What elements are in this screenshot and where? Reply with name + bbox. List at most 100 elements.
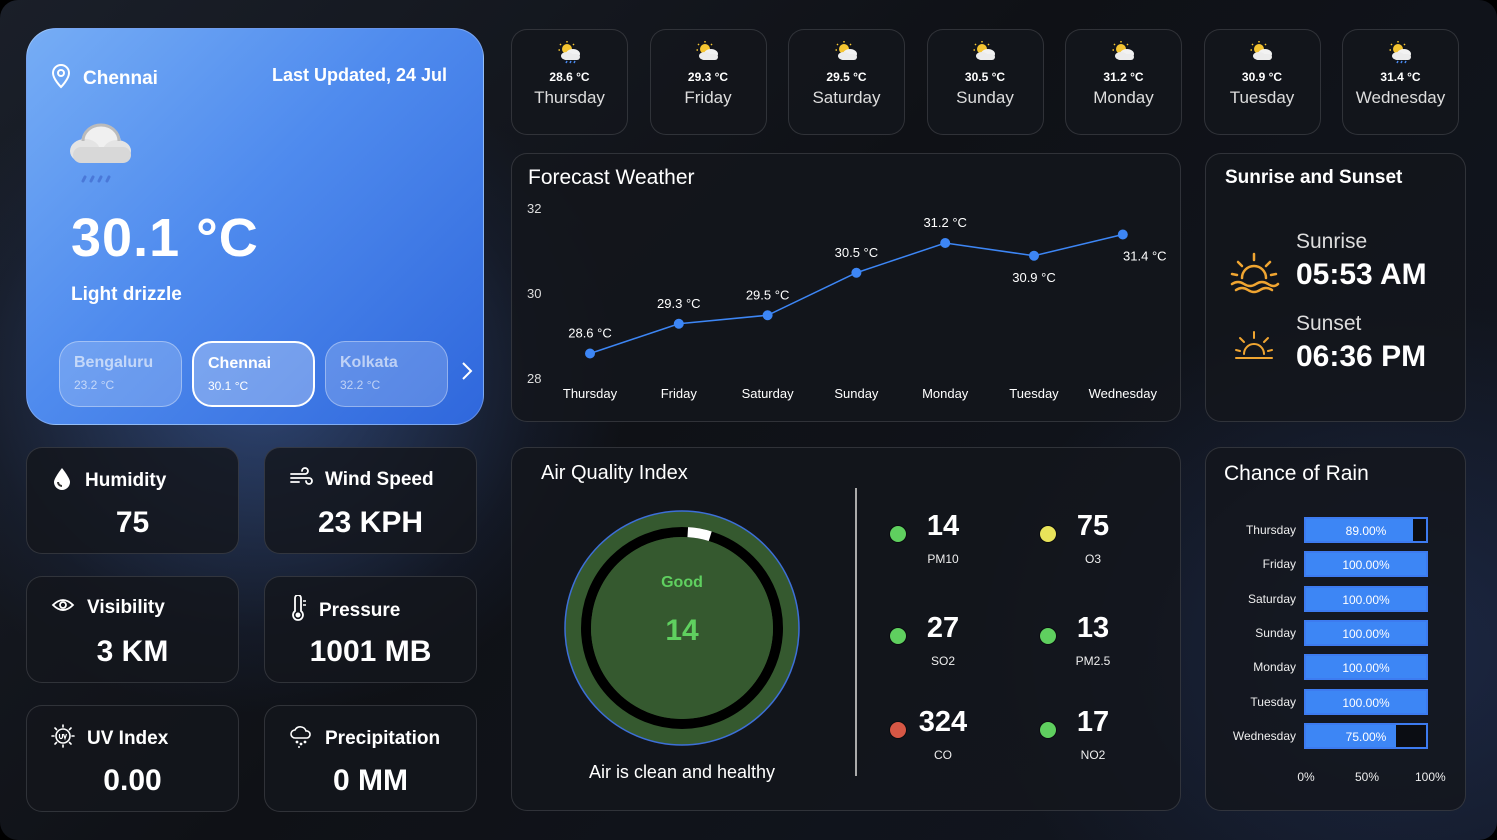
forecast-x-tick: Friday [661,386,698,401]
forecast-tile-friday[interactable]: 29.3 °C Friday [649,29,767,135]
rain-x-tick: 0% [1297,770,1315,784]
rain-bar[interactable]: 100.00% [1304,688,1428,715]
precipitation-label: Precipitation [325,727,441,749]
forecast-tile-sunday[interactable]: 30.5 °C Sunday [926,29,1044,135]
aqi-item-value: 13 [1076,612,1110,644]
forecast-point[interactable] [585,348,595,359]
sun-card-title: Sunrise and Sunset [1225,167,1403,188]
rain-day-label: Wednesday [1232,728,1296,743]
aqi-item-name: CO [934,748,952,762]
aqi-title: Air Quality Index [541,462,688,484]
forecast-line-chart: 32 30 28 28.6 °C Thursday 29.3 °C Friday 29.5 °… [527,201,1167,401]
uv-card: UV Index 0.00 [26,705,239,812]
rain-day-label: Tuesday [1250,694,1296,709]
forecast-x-tick: Saturday [742,386,795,401]
chip-city-name: Bengaluru [74,354,154,371]
forecast-tile-saturday[interactable]: 29.5 °C Saturday [788,29,905,135]
aqi-value: 14 [665,614,699,647]
forecast-data-label: 29.3 °C [657,296,701,311]
aqi-status-dot [1040,628,1056,644]
aqi-card: Air Quality Index Good 14 Air is clean a… [511,447,1181,811]
partly-cloudy-icon [651,40,766,64]
pressure-value: 1001 MB [309,635,432,668]
rain-bar[interactable]: 100.00% [1304,585,1428,612]
forecast-x-tick: Tuesday [1009,386,1059,401]
city-chip-kolkata[interactable]: Kolkata 32.2 °C [325,341,448,407]
aqi-item-name: O3 [1084,552,1101,566]
forecast-tile-day: Thursday [534,88,605,107]
aqi-item-value: 27 [926,612,960,644]
sun-card: Sunrise and Sunset Sunrise 05:53 AM Suns… [1205,153,1466,422]
forecast-data-label: 31.4 °C [1123,249,1167,264]
thermometer-icon [289,594,307,626]
forecast-tile-day: Wednesday [1355,88,1446,107]
rain-row-tuesday: Tuesday 100.00% [1206,688,1466,715]
forecast-tile-day: Tuesday [1229,88,1295,107]
precipitation-value: 0 MM [333,764,408,797]
forecast-tile-day: Sunday [956,88,1014,107]
forecast-x-tick: Wednesday [1089,386,1158,401]
rain-bar-label: 100.00% [1342,695,1390,710]
chip-city-name: Chennai [208,355,272,372]
forecast-point[interactable] [851,267,862,278]
partly-cloudy-icon [1066,40,1181,64]
forecast-point[interactable] [1117,229,1128,240]
rain-day-label: Sunday [1255,625,1296,640]
current-temperature: 30.1 °C [71,208,259,268]
forecast-tile-temp: 31.4 °C [1380,70,1421,84]
rain-card: Chance of Rain Thursday 89.00% Friday 100.0… [1205,447,1466,811]
rain-bar[interactable]: 89.00% [1304,517,1428,543]
forecast-y-tick: 30 [527,286,541,301]
current-weather-card: Chennai Last Updated, 24 Jul 30.1 °C Lig… [26,28,484,425]
rain-bar[interactable]: 100.00% [1304,654,1428,681]
chevron-right-icon[interactable] [460,360,474,388]
forecast-point[interactable] [762,310,773,321]
forecast-point[interactable] [673,318,684,329]
rain-x-tick: 50% [1354,770,1380,784]
partly-cloudy-rain-icon [512,40,627,64]
rain-bar[interactable]: 75.00% [1304,722,1428,749]
current-condition: Light drizzle [71,284,182,305]
forecast-point[interactable] [940,238,951,248]
rain-cloud-icon [289,724,313,753]
rain-bar-label: 100.00% [1342,592,1390,607]
sunset-time: 06:36 PM [1296,340,1427,373]
rain-day-label: Monday [1253,660,1296,675]
wind-value: 23 KPH [317,506,424,539]
rain-bar-label: 100.00% [1342,626,1390,641]
forecast-tile-tuesday[interactable]: 30.9 °C Tuesday [1203,29,1321,135]
forecast-tile-temp: 29.3 °C [687,70,729,84]
forecast-tile-monday[interactable]: 31.2 °C Monday [1065,29,1182,135]
forecast-point[interactable] [1029,250,1039,261]
aqi-item-name: NO2 [1080,748,1106,762]
city-selector: Bengaluru 23.2 °C Chennai 30.1 °C Kolkat… [59,341,474,407]
forecast-tile-day: Saturday [812,88,881,107]
partly-cloudy-icon [789,40,904,64]
city-chip-chennai[interactable]: Chennai 30.1 °C [192,341,315,407]
forecast-data-label: 31.2 °C [923,215,967,230]
current-city-row: Chennai [49,63,158,94]
partly-cloudy-rain-icon [1343,40,1458,64]
sunrise-label: Sunrise [1296,230,1368,253]
chip-city-temp: 23.2 °C [74,378,115,392]
rain-bar-label: 89.00% [1345,524,1387,538]
aqi-gauge-fill [687,527,712,542]
weather-dashboard: Chennai Last Updated, 24 Jul 30.1 °C Lig… [0,0,1497,840]
aqi-status-dot [890,722,906,738]
rain-bar[interactable]: 100.00% [1304,619,1428,646]
sunrise-time: 05:53 AM [1296,258,1427,291]
forecast-tile-temp: 30.5 °C [964,70,1006,84]
forecast-y-tick: 28 [527,371,541,386]
pressure-card: Pressure 1001 MB [264,576,477,683]
rain-bar[interactable]: 100.00% [1304,551,1428,578]
pressure-label: Pressure [319,599,401,621]
rain-bar-label: 100.00% [1342,661,1390,676]
visibility-value: 3 KM [96,635,169,668]
forecast-tile-wednesday[interactable]: 31.4 °C Wednesday [1342,29,1459,135]
humidity-label: Humidity [85,469,167,491]
city-chip-bengaluru[interactable]: Bengaluru 23.2 °C [59,341,182,407]
aqi-item-name: SO2 [930,654,955,668]
forecast-tile-thursday[interactable]: 28.6 °C Thursday [511,29,628,135]
aqi-item-value: 17 [1076,706,1110,738]
aqi-item-value: 324 [918,706,968,738]
